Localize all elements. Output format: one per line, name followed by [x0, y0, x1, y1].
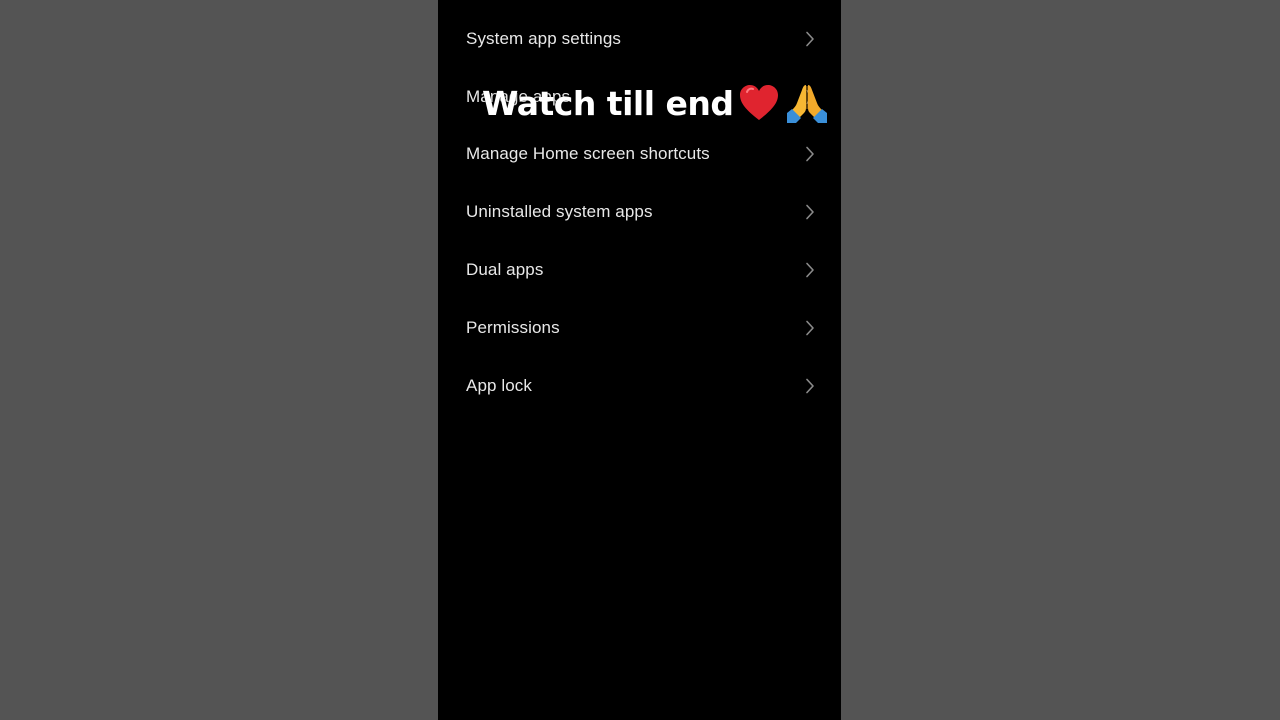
chevron-right-icon [805, 378, 815, 394]
menu-item-label: Dual apps [466, 260, 544, 280]
chevron-right-icon [805, 31, 815, 47]
chevron-right-icon [805, 320, 815, 336]
menu-item-uninstalled-system-apps[interactable]: Uninstalled system apps [438, 183, 841, 241]
menu-item-manage-apps[interactable]: Manage apps [438, 68, 841, 126]
menu-item-system-app-settings[interactable]: System app settings [438, 10, 841, 68]
phone-screen: System app settings Manage apps Manage H… [438, 0, 841, 720]
apps-settings-menu: System app settings Manage apps Manage H… [438, 10, 841, 415]
chevron-right-icon [805, 146, 815, 162]
menu-item-dual-apps[interactable]: Dual apps [438, 241, 841, 299]
chevron-right-icon [805, 204, 815, 220]
menu-item-label: Permissions [466, 317, 560, 337]
chevron-right-icon [805, 262, 815, 278]
video-frame: System app settings Manage apps Manage H… [0, 0, 1280, 720]
chevron-right-icon [805, 89, 815, 105]
menu-item-label: Manage Home screen shortcuts [466, 144, 710, 164]
menu-item-permissions[interactable]: Permissions [438, 299, 841, 357]
menu-item-manage-home-screen-shortcuts[interactable]: Manage Home screen shortcuts [438, 126, 841, 184]
menu-item-app-lock[interactable]: App lock [438, 357, 841, 415]
menu-item-label: System app settings [466, 28, 621, 48]
menu-item-label: Manage apps [466, 86, 571, 106]
menu-item-label: Uninstalled system apps [466, 202, 653, 222]
menu-item-label: App lock [466, 375, 533, 395]
